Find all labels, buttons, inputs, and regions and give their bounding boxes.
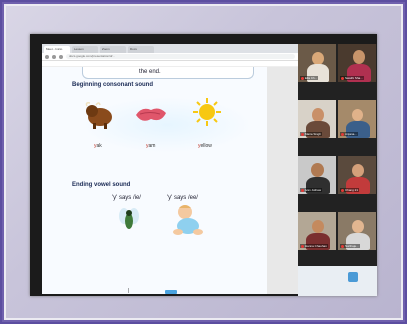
participant-name: Ella Ch...	[300, 76, 319, 80]
participant-face	[312, 220, 324, 233]
browser-tab-strip: Meet - Inicio Lesson Zoom Docs	[42, 44, 298, 53]
participant-face	[311, 163, 324, 177]
browser-tab[interactable]: Zoom	[100, 46, 126, 53]
section-heading-consonant: Beginning consonant sound	[72, 82, 153, 88]
yak-picture	[85, 102, 112, 129]
participant-name: Ivan Jothaw	[300, 188, 323, 192]
mic-muted-icon	[341, 244, 344, 248]
browser-tab[interactable]: Meet - Inicio	[44, 46, 70, 53]
mic-muted-icon	[301, 132, 304, 136]
top-text-box: the end.	[82, 67, 254, 79]
participant-tile[interactable]: Swathi Sha...	[338, 44, 376, 82]
mic-muted-icon	[341, 76, 344, 80]
blue-object	[348, 272, 358, 282]
participant-face	[312, 108, 324, 122]
participant-name: Surthaje...	[340, 244, 360, 248]
says-ie-text: 'y' says /ie/	[112, 195, 141, 201]
bottom-mark: |	[128, 288, 130, 294]
participant-tile[interactable]: Chang 21	[338, 156, 376, 194]
participant-face	[353, 50, 365, 64]
reload-icon[interactable]	[59, 54, 63, 59]
participant-tile[interactable]: Ella Ch...	[298, 44, 336, 82]
baby-picture	[173, 205, 203, 235]
browser-tab[interactable]: Lesson	[72, 46, 98, 53]
participant-name: Anjana...	[340, 132, 358, 136]
section-heading-vowel: Ending vowel sound	[72, 182, 131, 188]
mic-muted-icon	[301, 188, 304, 192]
says-ee-text: 'y' says /ee/	[167, 195, 198, 201]
word-yak: yak	[94, 143, 102, 149]
yellow-sun-picture	[193, 98, 221, 126]
forward-icon[interactable]	[52, 54, 56, 59]
screen: Meet - Inicio Lesson Zoom Docs docs.goog…	[30, 34, 377, 296]
page-side-margin	[267, 67, 298, 294]
self-view-tile[interactable]	[298, 266, 377, 296]
fly-picture	[119, 208, 139, 229]
shared-screen-browser: Meet - Inicio Lesson Zoom Docs docs.goog…	[42, 44, 298, 294]
worksheet-page: the end. Beginning consonant sound yak y…	[42, 67, 267, 294]
participant-name: Swathi Sha...	[340, 76, 364, 80]
top-text: the end.	[139, 69, 161, 75]
participant-tile[interactable]: Surthaje...	[338, 212, 376, 250]
address-bar[interactable]: docs.google.com/presentation/d/...	[66, 54, 295, 59]
participant-tile[interactable]: Maria Singh	[298, 100, 336, 138]
participant-name: Chang 21	[340, 188, 360, 192]
participant-face	[352, 109, 363, 121]
yam-picture	[136, 108, 166, 121]
participant-tile[interactable]: Anjana...	[338, 100, 376, 138]
blue-button[interactable]	[165, 290, 177, 294]
participant-tile[interactable]: Hanna Chauhan	[298, 212, 336, 250]
word-yam: yam	[146, 143, 156, 149]
browser-tab[interactable]: Docs	[128, 46, 154, 53]
participant-tile[interactable]: Ivan Jothaw	[298, 156, 336, 194]
mic-muted-icon	[341, 188, 344, 192]
participant-face	[352, 220, 364, 233]
word-yellow: yellow	[198, 143, 212, 149]
mic-muted-icon	[341, 132, 344, 136]
mic-muted-icon	[301, 244, 304, 248]
participant-gallery: Ella Ch... Swathi Sha... Maria Singh Anj…	[298, 44, 377, 296]
participant-name: Hanna Chauhan	[300, 244, 328, 248]
mic-muted-icon	[301, 76, 304, 80]
participant-name: Maria Singh	[300, 132, 323, 136]
address-row: docs.google.com/presentation/d/...	[42, 53, 298, 61]
back-icon[interactable]	[45, 54, 49, 59]
participant-face	[352, 164, 364, 177]
